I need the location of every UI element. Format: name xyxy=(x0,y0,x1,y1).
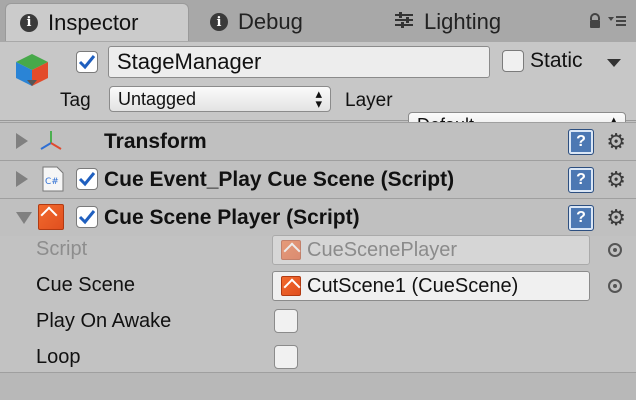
script-object-field: CueScenePlayer xyxy=(272,235,590,265)
tag-dropdown-value: Untagged xyxy=(118,88,197,109)
tab-inspector-label: Inspector xyxy=(48,9,139,35)
component-title: Cue Scene Player (Script) xyxy=(104,206,360,229)
tab-bar: i Inspector i Debug Lighting xyxy=(0,0,636,43)
property-label-play-on-awake: Play On Awake xyxy=(36,310,172,332)
lock-icon[interactable] xyxy=(588,13,602,34)
cue-scene-icon xyxy=(38,204,64,230)
gear-icon[interactable]: ⚙ xyxy=(606,167,626,193)
static-label: Static xyxy=(530,49,583,72)
inspector-panel: i Inspector i Debug Lighting StageManage… xyxy=(0,0,636,400)
component-title: Transform xyxy=(104,130,207,153)
add-component-area xyxy=(0,373,636,400)
script-object-value: CueScenePlayer xyxy=(307,238,458,261)
component-enabled-checkbox[interactable] xyxy=(76,206,98,228)
static-dropdown-icon[interactable] xyxy=(606,55,622,73)
sliders-icon xyxy=(394,9,414,35)
property-label-script: Script xyxy=(36,238,88,260)
gameobject-header: StageManager Static Tag Untagged ▴ ▾ Laye… xyxy=(0,42,636,138)
tab-lighting-label: Lighting xyxy=(424,9,502,34)
tab-inspector[interactable]: i Inspector xyxy=(5,3,189,41)
object-name-field[interactable]: StageManager xyxy=(108,46,490,78)
menu-icon[interactable] xyxy=(608,14,626,33)
tag-label: Tag xyxy=(60,90,91,111)
play-on-awake-checkbox[interactable] xyxy=(274,309,298,333)
foldout-arrow-icon[interactable] xyxy=(16,133,28,149)
object-picker-icon[interactable] xyxy=(608,279,622,293)
cue-scene-object-value: CutScene1 (CueScene) xyxy=(307,274,519,297)
svg-text:C#: C# xyxy=(45,177,59,187)
info-icon: i xyxy=(210,13,228,31)
component-cue-event[interactable]: C# Cue Event_Play Cue Scene (Script) ? ⚙ xyxy=(0,160,636,198)
gear-icon[interactable]: ⚙ xyxy=(606,205,626,231)
layer-label: Layer xyxy=(345,90,393,111)
foldout-arrow-icon[interactable] xyxy=(16,212,32,224)
object-name-value: StageManager xyxy=(117,49,262,74)
script-asset-icon xyxy=(281,240,301,260)
tab-actions xyxy=(588,13,626,34)
object-picker-icon[interactable] xyxy=(608,243,622,257)
updown-arrows-icon: ▴▾ xyxy=(315,86,322,111)
help-book-icon[interactable]: ? xyxy=(568,167,594,193)
static-checkbox[interactable] xyxy=(502,50,524,72)
cue-scene-object-field[interactable]: CutScene1 (CueScene) xyxy=(272,271,590,301)
transform-axes-icon xyxy=(38,129,64,158)
property-label-loop: Loop xyxy=(36,346,81,368)
gameobject-cube-icon xyxy=(14,52,48,88)
active-checkbox[interactable] xyxy=(76,51,98,73)
property-label-cue-scene: Cue Scene xyxy=(36,274,135,296)
tab-debug-label: Debug xyxy=(238,9,303,34)
component-enabled-checkbox[interactable] xyxy=(76,168,98,190)
help-book-icon[interactable]: ? xyxy=(568,129,594,155)
gear-icon[interactable]: ⚙ xyxy=(606,129,626,155)
info-icon: i xyxy=(20,13,38,32)
component-title: Cue Event_Play Cue Scene (Script) xyxy=(104,168,455,191)
tab-lighting[interactable]: Lighting xyxy=(394,3,534,41)
foldout-arrow-icon[interactable] xyxy=(16,171,28,187)
tag-dropdown[interactable]: Untagged ▴ ▾ xyxy=(109,86,331,112)
help-book-icon[interactable]: ? xyxy=(568,205,594,231)
cue-scene-asset-icon xyxy=(281,276,301,296)
component-cue-scene-player[interactable]: Cue Scene Player (Script) ? ⚙ xyxy=(0,198,636,236)
component-transform[interactable]: Transform ? ⚙ xyxy=(0,122,636,160)
loop-checkbox[interactable] xyxy=(274,345,298,369)
csharp-script-icon: C# xyxy=(42,166,64,197)
tab-debug[interactable]: i Debug xyxy=(210,3,360,41)
